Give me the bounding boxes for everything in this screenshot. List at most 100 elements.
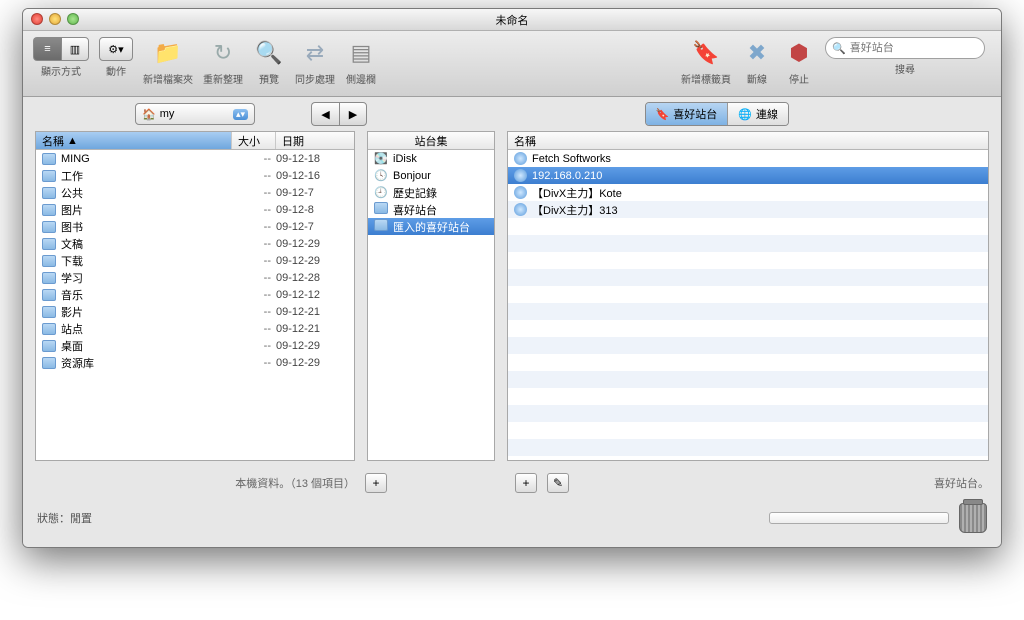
collection-row[interactable]: 🕘歷史記錄 — [368, 184, 494, 201]
empty-row — [508, 269, 988, 286]
new-bookmark-icon[interactable]: 🔖 — [690, 37, 722, 69]
local-row[interactable]: 影片--09-12-21 — [36, 303, 354, 320]
row-size: -- — [231, 238, 271, 250]
row-name: 下载 — [61, 253, 226, 269]
path-row: 🏠 my ▴▾ ◀ ▶ 🔖 喜好站台 🌐 連線 — [23, 97, 1001, 131]
local-row[interactable]: 音乐--09-12-12 — [36, 286, 354, 303]
row-date: 09-12-28 — [276, 272, 348, 284]
bookmarks-col-name[interactable]: 名稱 — [508, 132, 988, 149]
bookmark-row[interactable]: 【DivX主力】Kote — [508, 184, 988, 201]
empty-row — [508, 354, 988, 371]
empty-row — [508, 320, 988, 337]
view-mode-segment: ≡ ▥ — [33, 37, 89, 61]
row-date: 09-12-29 — [276, 255, 348, 267]
preview-icon[interactable]: 🔍 — [253, 37, 285, 69]
row-size: -- — [231, 357, 271, 369]
collection-name: 匯入的喜好站台 — [393, 219, 488, 235]
bookmark-name: 【DivX主力】Kote — [532, 185, 982, 201]
local-row[interactable]: 学习 -- 09-12-28 — [36, 269, 354, 286]
edit-bookmark-button[interactable]: ✎ — [547, 473, 569, 493]
bookmarks-rows[interactable]: Fetch Softworks192.168.0.210【DivX主力】Kote… — [508, 150, 988, 460]
progress-bar — [769, 512, 949, 524]
local-rows[interactable]: MING--09-12-18工作--09-12-16公共--09-12-7图片-… — [36, 150, 354, 460]
empty-row — [508, 388, 988, 405]
bookmark-row[interactable]: 192.168.0.210 — [508, 167, 988, 184]
titlebar[interactable]: 未命名 — [23, 9, 1001, 31]
action-button[interactable]: ⚙▾ — [99, 37, 133, 61]
local-row[interactable]: MING--09-12-18 — [36, 150, 354, 167]
search-field[interactable]: 🔍 — [825, 37, 985, 59]
path-selector[interactable]: 🏠 my ▴▾ — [135, 103, 255, 125]
bookmark-row[interactable]: Fetch Softworks — [508, 150, 988, 167]
collection-icon: 💽 — [374, 152, 388, 165]
tab-favorites[interactable]: 🔖 喜好站台 — [646, 103, 729, 125]
col-name[interactable]: 名稱▲ — [36, 132, 232, 149]
zoom-icon[interactable] — [67, 13, 79, 25]
sidebar-icon[interactable]: ▤ — [345, 37, 377, 69]
row-name: 图书 — [61, 219, 226, 235]
local-row[interactable]: 图片--09-12-8 — [36, 201, 354, 218]
home-icon: 🏠 — [142, 108, 156, 121]
search-input[interactable] — [850, 42, 978, 54]
local-row[interactable]: 公共--09-12-7 — [36, 184, 354, 201]
row-date: 09-12-8 — [276, 204, 348, 216]
view-label: 顯示方式 — [41, 63, 81, 78]
bookmark-name: 【DivX主力】313 — [532, 202, 982, 218]
empty-row — [508, 371, 988, 388]
close-icon[interactable] — [31, 13, 43, 25]
row-name: 音乐 — [61, 287, 226, 303]
col-date[interactable]: 日期 — [276, 132, 354, 149]
col-size[interactable]: 大小 — [232, 132, 276, 149]
globe-icon — [514, 169, 527, 182]
local-footer: 本機資料。（13 個項目） — [35, 475, 355, 491]
minimize-icon[interactable] — [49, 13, 61, 25]
add-bookmark-button[interactable]: + — [515, 473, 537, 493]
collections-rows[interactable]: 💽 iDisk 🕓Bonjour🕘歷史記錄喜好站台匯入的喜好站台 — [368, 150, 494, 460]
disconnect-icon[interactable]: ✖ — [741, 37, 773, 69]
row-date: 09-12-29 — [276, 238, 348, 250]
local-row[interactable]: 桌面--09-12-29 — [36, 337, 354, 354]
row-date: 09-12-7 — [276, 187, 348, 199]
nav-forward-button[interactable]: ▶ — [339, 102, 367, 126]
folder-icon — [42, 323, 56, 335]
row-name: 学习 — [61, 270, 226, 286]
reload-icon[interactable]: ↻ — [207, 37, 239, 69]
local-row[interactable]: 工作--09-12-16 — [36, 167, 354, 184]
row-size: -- — [231, 221, 271, 233]
view-columns-button[interactable]: ▥ — [61, 37, 89, 61]
collection-icon — [374, 202, 388, 217]
row-name: 桌面 — [61, 338, 226, 354]
collection-row[interactable]: 匯入的喜好站台 — [368, 218, 494, 235]
row-size: -- — [231, 170, 271, 182]
collection-row[interactable]: 🕓Bonjour — [368, 167, 494, 184]
local-pane: 名稱▲ 大小 日期 MING--09-12-18工作--09-12-16公共--… — [35, 131, 355, 461]
local-row[interactable]: 图书--09-12-7 — [36, 218, 354, 235]
local-row[interactable]: 资源库--09-12-29 — [36, 354, 354, 371]
trash-icon[interactable] — [959, 503, 987, 533]
add-collection-button[interactable]: + — [365, 473, 387, 493]
row-size: -- — [231, 204, 271, 216]
collection-name: iDisk — [393, 153, 488, 165]
row-size: -- — [231, 323, 271, 335]
stop-icon[interactable]: ⬢ — [783, 37, 815, 69]
status-bar: 狀態：閒置 — [23, 493, 1001, 547]
nav-back-button[interactable]: ◀ — [311, 102, 339, 126]
bookmark-row[interactable]: 【DivX主力】313 — [508, 201, 988, 218]
folder-icon — [42, 170, 56, 182]
globe-icon — [514, 186, 527, 199]
footer-row: 本機資料。（13 個項目） + + ✎ 喜好站台。 — [23, 469, 1001, 493]
view-list-button[interactable]: ≡ — [33, 37, 61, 61]
sync-icon[interactable]: ⇄ — [299, 37, 331, 69]
local-row[interactable]: 下载--09-12-29 — [36, 252, 354, 269]
local-row[interactable]: 文稿--09-12-29 — [36, 235, 354, 252]
window-title: 未命名 — [496, 15, 529, 27]
collection-row[interactable]: 💽 iDisk — [368, 150, 494, 167]
collection-name: 歷史記錄 — [393, 185, 488, 201]
empty-row — [508, 439, 988, 456]
local-row[interactable]: 站点--09-12-21 — [36, 320, 354, 337]
new-folder-icon[interactable]: 📁 — [152, 37, 184, 69]
row-size: -- — [231, 272, 271, 284]
collection-row[interactable]: 喜好站台 — [368, 201, 494, 218]
tab-connections[interactable]: 🌐 連線 — [728, 103, 788, 125]
chevron-updown-icon: ▴▾ — [233, 109, 248, 120]
